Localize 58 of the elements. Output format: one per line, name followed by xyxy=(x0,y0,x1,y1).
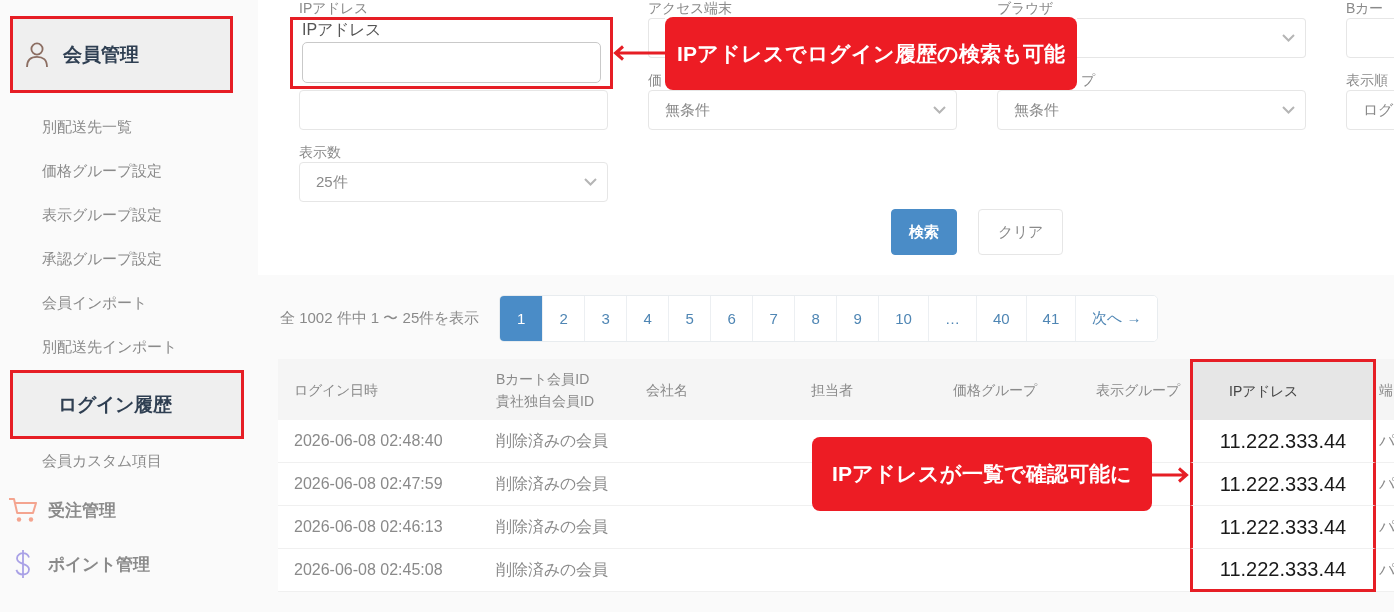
table-cell: 11.222.333.44 xyxy=(1190,420,1376,463)
sidebar-item[interactable]: 別配送先インポート xyxy=(0,325,258,369)
field-label: IPアドレス xyxy=(299,0,369,16)
sidebar-item[interactable]: 会員インポート xyxy=(0,281,258,325)
field-label: 価 xyxy=(648,72,662,88)
select-field[interactable] xyxy=(1077,18,1306,58)
callout-arrow xyxy=(1152,467,1189,483)
secondary-button[interactable]: クリア xyxy=(978,209,1063,255)
field-label: 表示数 xyxy=(299,144,341,160)
result-count: 全 1002 件中 1 〜 25件を表示 xyxy=(280,309,480,328)
chevron-down-icon xyxy=(1282,34,1295,42)
table-cell: 11.222.333.44 xyxy=(1190,463,1376,506)
table-cell: 11.222.333.44 xyxy=(1190,549,1376,592)
select-field[interactable]: 無条件 xyxy=(997,90,1306,130)
table-cell: 削除済みの会員 xyxy=(480,549,630,592)
table-cell: パ xyxy=(1376,549,1394,592)
chevron-down-icon xyxy=(933,106,946,114)
select-field[interactable]: 25件 xyxy=(299,162,608,202)
sidebar-item[interactable]: 価格グループ設定 xyxy=(0,149,258,193)
sidebar-section[interactable]: ポイント管理 xyxy=(0,537,258,591)
text-field[interactable] xyxy=(302,42,601,83)
page-button[interactable]: 次へ → xyxy=(1075,296,1158,341)
column-header: 会社名 xyxy=(630,359,795,420)
field-label: プ xyxy=(1081,72,1095,88)
field-label: 表示順 xyxy=(1346,72,1388,88)
sidebar-item[interactable]: 承認グループ設定 xyxy=(0,237,258,281)
text-field[interactable] xyxy=(299,90,608,130)
field-label: Bカー xyxy=(1346,0,1384,16)
page-button[interactable]: 1 xyxy=(500,296,543,341)
column-header: 表示グループ xyxy=(1080,359,1190,420)
dollar-icon xyxy=(15,549,31,579)
sidebar-item[interactable]: 表示グループ設定 xyxy=(0,193,258,237)
sidebar-item[interactable]: 会員カスタム項目 xyxy=(0,439,258,483)
chevron-down-icon xyxy=(1282,106,1295,114)
callout: IPアドレスが一覧で確認可能に xyxy=(812,437,1152,511)
table-cell: 2026-06-08 02:45:08 xyxy=(278,549,480,592)
cart-icon xyxy=(8,497,38,523)
select-field[interactable]: ログ xyxy=(1346,90,1394,130)
column-header: ログイン日時 xyxy=(278,359,480,420)
column-header: 担当者 xyxy=(795,359,937,420)
callout: IPアドレスでログイン履歴の検索も可能 xyxy=(665,17,1077,90)
sidebar-section[interactable]: 会員管理 xyxy=(10,16,233,93)
sidebar-item[interactable]: ログイン履歴 xyxy=(10,370,244,439)
table-cell: 11.222.333.44 xyxy=(1190,506,1376,549)
primary-button[interactable]: 検索 xyxy=(891,209,957,255)
field-label: IPアドレス xyxy=(302,20,383,40)
chevron-down-icon xyxy=(584,178,597,186)
field-label: ブラウザ xyxy=(997,0,1053,16)
sidebar-item[interactable]: 別配送先一覧 xyxy=(0,105,258,149)
column-header: Bカート会員ID 貴社独自会員ID xyxy=(480,359,630,420)
sidebar-section[interactable]: 受注管理 xyxy=(0,483,258,537)
column-header: IPアドレス xyxy=(1190,359,1376,420)
column-header: 端 xyxy=(1376,359,1394,420)
select-field[interactable]: 無条件 xyxy=(648,90,957,130)
column-header: 価格グループ xyxy=(937,359,1080,420)
user-icon xyxy=(25,41,49,68)
field-label: アクセス端末 xyxy=(648,0,732,16)
text-field[interactable] xyxy=(1346,18,1394,58)
